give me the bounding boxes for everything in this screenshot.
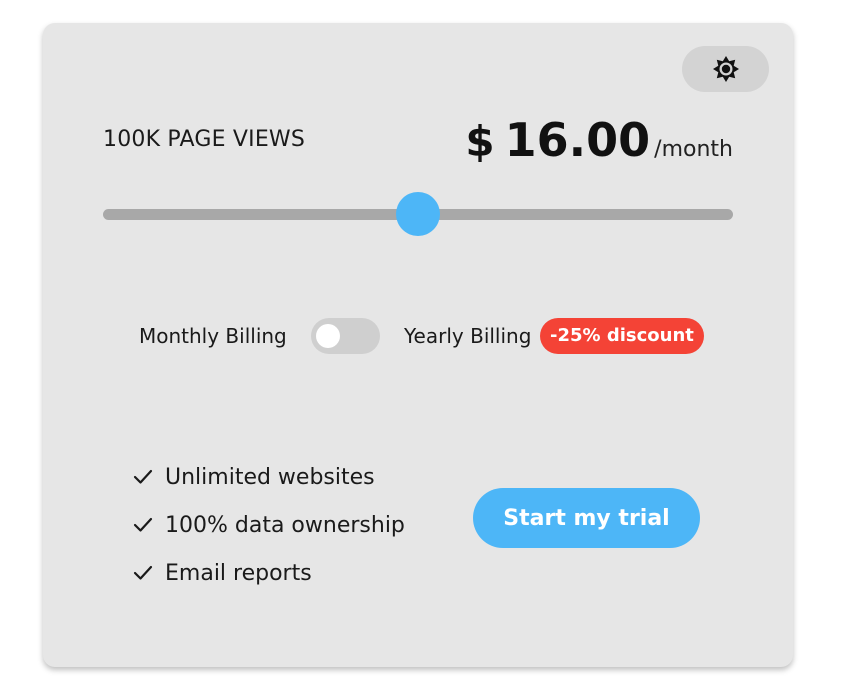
- check-icon: [133, 565, 153, 580]
- feature-text: 100% data ownership: [165, 512, 405, 538]
- price-display: $ 16.00 /month: [465, 113, 733, 167]
- sun-icon: [712, 56, 739, 82]
- check-icon: [133, 469, 153, 484]
- billing-selector: Monthly Billing Yearly Billing -25% disc…: [43, 318, 793, 354]
- toggle-knob: [316, 324, 340, 348]
- monthly-billing-label[interactable]: Monthly Billing: [139, 324, 287, 348]
- list-item: 100% data ownership: [133, 501, 405, 549]
- feature-text: Email reports: [165, 560, 312, 586]
- price-amount: 16.00: [504, 113, 651, 167]
- billing-toggle-switch[interactable]: [311, 318, 380, 354]
- feature-list: Unlimited websites 100% data ownership E…: [133, 453, 405, 597]
- feature-text: Unlimited websites: [165, 464, 375, 490]
- pageviews-label: 100K PAGE VIEWS: [103, 127, 306, 152]
- slider-thumb[interactable]: [396, 192, 440, 236]
- check-icon: [133, 517, 153, 532]
- discount-badge: -25% discount: [540, 318, 704, 354]
- yearly-billing-label[interactable]: Yearly Billing: [404, 324, 531, 348]
- price-period: /month: [654, 137, 733, 162]
- price-currency: $: [465, 117, 495, 166]
- pricing-card: 100K PAGE VIEWS $ 16.00 /month Monthly B…: [43, 23, 793, 667]
- list-item: Unlimited websites: [133, 453, 405, 501]
- list-item: Email reports: [133, 549, 405, 597]
- pageviews-slider[interactable]: [103, 192, 733, 236]
- start-trial-button[interactable]: Start my trial: [473, 488, 700, 548]
- theme-toggle-button[interactable]: [682, 46, 769, 92]
